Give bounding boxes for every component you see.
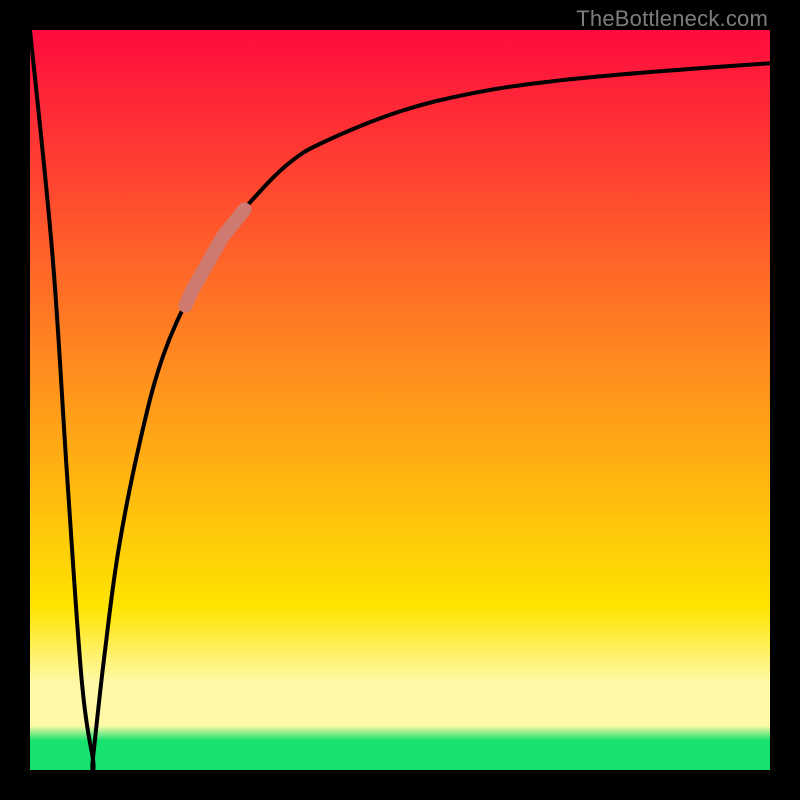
highlight-segment — [185, 210, 244, 306]
chart-stage: TheBottleneck.com — [0, 0, 800, 800]
watermark-text: TheBottleneck.com — [576, 6, 768, 32]
highlight-layer — [30, 30, 770, 770]
plot-area — [30, 30, 770, 770]
